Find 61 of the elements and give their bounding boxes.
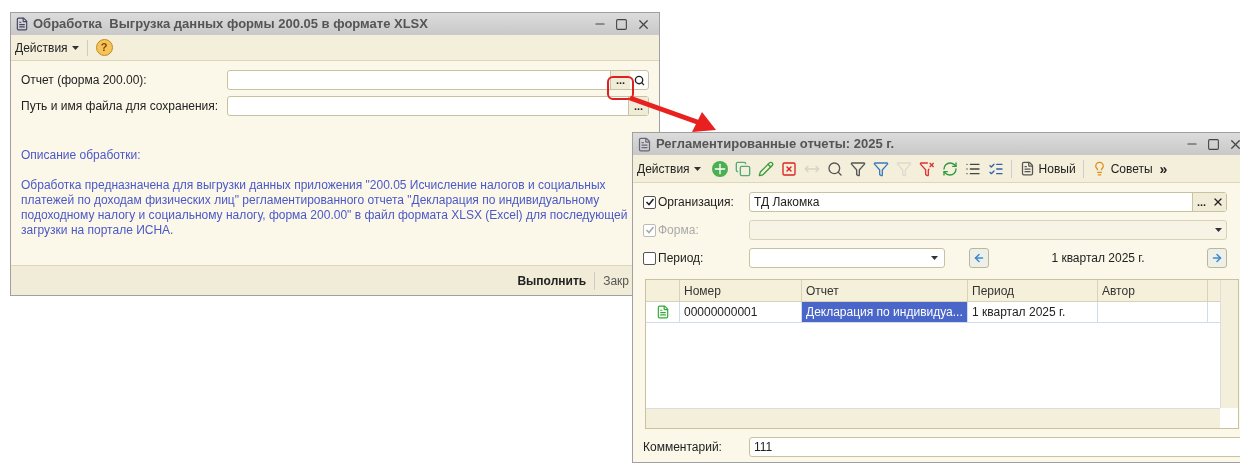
input-field[interactable]: ТД Лакомка ... — [749, 192, 1227, 212]
vertical-scrollbar[interactable] — [1220, 280, 1238, 408]
filter-icon[interactable] — [849, 160, 866, 177]
clear-button[interactable] — [1210, 193, 1226, 211]
checkbox[interactable] — [643, 195, 656, 209]
column-header[interactable]: Период — [968, 280, 1098, 301]
period-text: 1 квартал 2025 г. — [1050, 250, 1146, 267]
column-header[interactable]: Номер — [680, 280, 802, 301]
highlight-frame — [607, 76, 634, 100]
footer-button[interactable]: Выполнить — [517, 271, 596, 290]
document-icon — [15, 17, 29, 31]
clear-filter-icon[interactable] — [918, 160, 935, 177]
delete-icon[interactable] — [780, 160, 797, 177]
overflow-button[interactable]: » — [1159, 161, 1168, 176]
caret-icon — [693, 166, 701, 171]
help-button[interactable]: ? — [95, 39, 113, 56]
actions-menu[interactable]: Действия — [15, 38, 79, 57]
toolbar-button[interactable]: Новый — [1010, 159, 1076, 178]
choose-button[interactable]: ... — [1192, 193, 1210, 211]
copy-icon[interactable] — [734, 160, 751, 177]
input-field[interactable]: ... — [227, 96, 649, 116]
field-label: Отчет (форма 200.00): — [21, 72, 148, 89]
checkbox[interactable] — [643, 251, 656, 265]
previous-period-button[interactable] — [969, 248, 989, 268]
column-header[interactable]: Автор — [1098, 280, 1208, 301]
description-text: Обработка предназначена для выгрузки данных приложения "200.05 Исчисление налогов и социальных платежей по доходам физических лиц" регламентированного отчета "Декларация по индивидуальному подоходному налогу и социальному налогу, форма 200.00" в файл формата XLSX (Excel) для последующей загрузки на портале ИСНА. — [21, 178, 629, 238]
caret-icon — [71, 45, 79, 50]
column-header[interactable]: Отчет — [802, 280, 968, 301]
filter-label: Форма: — [658, 222, 699, 239]
actions-menu[interactable]: Действия — [637, 159, 701, 178]
add-icon[interactable] — [711, 160, 728, 177]
next-period-button[interactable] — [1207, 248, 1227, 268]
pencil-icon[interactable] — [757, 160, 774, 177]
filter-label: Период: — [658, 250, 704, 267]
comment-label: Комментарий: — [643, 439, 723, 456]
clear-icon — [1212, 196, 1224, 208]
arrow-right-icon — [1211, 252, 1223, 264]
table-cell[interactable]: Декларация по индивидуа... — [802, 302, 968, 322]
search-icon[interactable] — [826, 160, 843, 177]
window-title: Обработка Выгрузка данных формы 200.05 в формате XLSX — [33, 15, 429, 34]
caret-icon — [1215, 228, 1222, 232]
refresh-icon[interactable] — [941, 160, 958, 177]
window-title: Регламентированные отчеты: 2025 г. — [656, 135, 896, 154]
caret-icon — [931, 256, 938, 260]
dropdown-field[interactable] — [749, 220, 1227, 240]
filter-label: Организация: — [658, 194, 734, 211]
description-title: Описание обработки: — [21, 147, 142, 164]
footer-button[interactable]: Закр — [603, 271, 629, 290]
maximize-icon[interactable] — [615, 17, 628, 31]
dropdown-field[interactable] — [749, 248, 945, 268]
horizontal-scrollbar[interactable] — [646, 408, 1220, 428]
field-label: Путь и имя файла для сохранения: — [21, 98, 220, 115]
maximize-icon[interactable] — [1207, 137, 1220, 151]
toolbar-button[interactable]: Советы — [1082, 159, 1153, 178]
arrow-left-icon — [973, 252, 985, 264]
document-icon — [637, 136, 652, 152]
document-icon — [655, 305, 670, 319]
filter-icon[interactable] — [872, 160, 889, 177]
comment-field[interactable]: 111 — [749, 437, 1240, 457]
document-icon — [1019, 161, 1035, 176]
input-field[interactable]: ... — [227, 70, 649, 90]
